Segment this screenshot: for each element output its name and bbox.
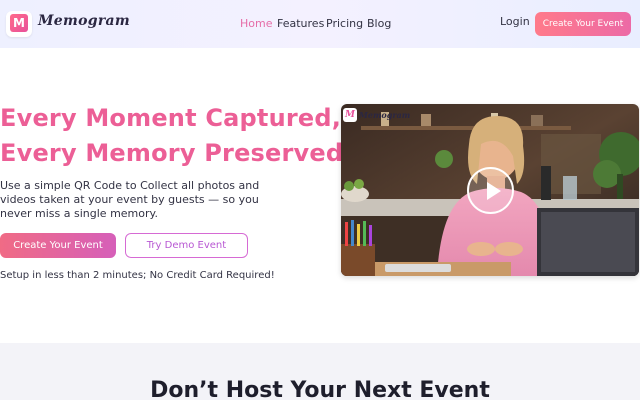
play-icon <box>487 182 501 200</box>
play-button[interactable] <box>467 167 514 214</box>
features-section: Don’t Host Your Next Event <box>0 343 640 400</box>
video-brand: Memogram <box>359 110 411 120</box>
logo-icon: M <box>10 14 28 32</box>
nav-features[interactable]: Features <box>277 17 324 30</box>
brand-logo[interactable]: M <box>6 11 32 37</box>
promo-video[interactable]: M Memogram <box>341 104 639 276</box>
hero-title-line-1: Every Moment Captured, <box>0 104 342 132</box>
section-title: Don’t Host Your Next Event <box>150 378 490 400</box>
try-demo-button[interactable]: Try Demo Event <box>125 233 248 258</box>
nav-pricing[interactable]: Pricing <box>326 17 363 30</box>
hero-description: Use a simple QR Code to Collect all phot… <box>0 179 260 220</box>
site-header: M Memogram Home Features Pricing Blog Lo… <box>0 0 640 48</box>
nav-blog[interactable]: Blog <box>367 17 391 30</box>
hero-title-line-2: Every Memory Preserved. <box>0 139 353 167</box>
brand-name[interactable]: Memogram <box>38 13 130 29</box>
login-link[interactable]: Login <box>500 15 530 28</box>
hero-note: Setup in less than 2 minutes; No Credit … <box>0 270 275 281</box>
create-event-button[interactable]: Create Your Event <box>0 233 116 258</box>
video-logo-icon: M <box>343 108 357 122</box>
nav-home[interactable]: Home <box>240 17 272 30</box>
header-create-event-button[interactable]: Create Your Event <box>535 12 631 36</box>
